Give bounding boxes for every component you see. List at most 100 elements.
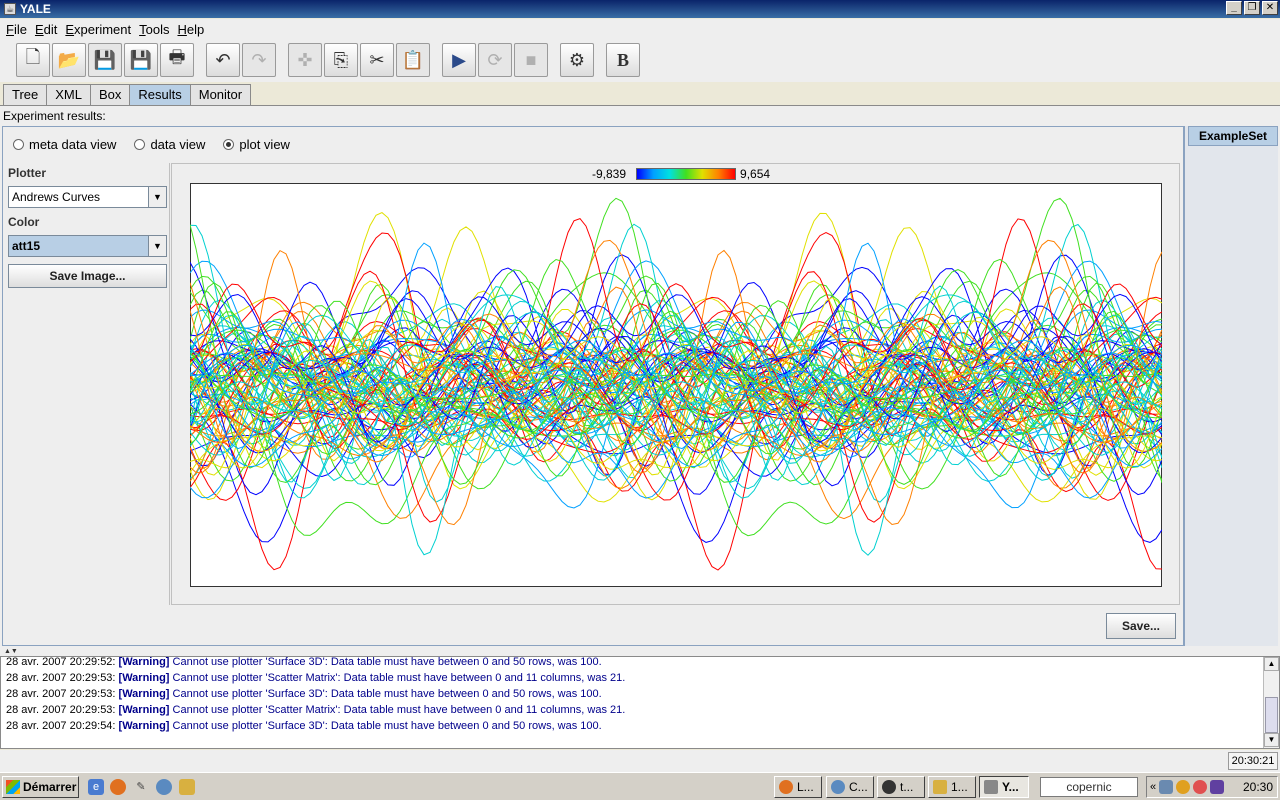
tab-box[interactable]: Box bbox=[89, 84, 131, 105]
color-value: att15 bbox=[12, 239, 41, 253]
scroll-down-icon[interactable]: ▼ bbox=[1264, 733, 1279, 747]
undo-button[interactable]: ↶ bbox=[206, 43, 240, 77]
app-icon: ☕ bbox=[4, 3, 16, 15]
save-as-button[interactable]: 💾 bbox=[124, 43, 158, 77]
task-button[interactable]: C... bbox=[826, 776, 874, 798]
windows-logo-icon bbox=[6, 780, 20, 794]
breakpoint-button[interactable]: B bbox=[606, 43, 640, 77]
menu-edit[interactable]: Edit bbox=[31, 22, 61, 37]
yale-quick-icon[interactable] bbox=[179, 779, 195, 795]
task-button-yale[interactable]: Y... bbox=[979, 776, 1029, 798]
resume-icon: ⟳ bbox=[487, 49, 503, 70]
tray-clock: 20:30 bbox=[1242, 780, 1273, 794]
redo-icon: ↷ bbox=[251, 49, 267, 70]
task-button[interactable]: 1... bbox=[928, 776, 976, 798]
wizard-button[interactable]: ⚙ bbox=[560, 43, 594, 77]
windows-taskbar: Démarrer e ✎ L... C... t... 1... Y... co… bbox=[0, 772, 1280, 800]
save-image-button[interactable]: Save Image... bbox=[8, 264, 167, 288]
menu-file[interactable]: File bbox=[2, 22, 31, 37]
tab-exampleset[interactable]: ExampleSet bbox=[1188, 126, 1278, 146]
puzzle-button[interactable]: ✜ bbox=[288, 43, 322, 77]
chevron-down-icon[interactable]: ▼ bbox=[148, 236, 166, 256]
log-line: 28 avr. 2007 20:29:53: [Warning] Cannot … bbox=[6, 704, 626, 716]
color-scale: -9,839 9,654 bbox=[592, 167, 792, 181]
plotter-value: Andrews Curves bbox=[12, 190, 101, 204]
save-as-icon: 💾 bbox=[129, 49, 153, 70]
paste-button[interactable]: 📋 bbox=[396, 43, 430, 77]
copy-button[interactable]: ⎘ bbox=[324, 43, 358, 77]
app-quick-icon[interactable] bbox=[156, 779, 172, 795]
network-icon[interactable] bbox=[1159, 780, 1174, 794]
wizard-icon: ⚙ bbox=[568, 49, 586, 70]
open-button[interactable]: 📂 bbox=[52, 43, 86, 77]
close-button[interactable]: ✕ bbox=[1262, 1, 1278, 15]
tray-app-icon[interactable] bbox=[1176, 780, 1191, 794]
breakpoint-icon: B bbox=[616, 49, 629, 70]
menu-tools[interactable]: Tools bbox=[135, 22, 173, 37]
tab-monitor[interactable]: Monitor bbox=[189, 84, 252, 105]
tool-icon[interactable]: ✎ bbox=[133, 779, 149, 795]
split-pane-divider[interactable]: ▲▼ bbox=[0, 648, 1280, 656]
radio-data-view[interactable]: data view bbox=[134, 137, 205, 152]
firefox-icon[interactable] bbox=[110, 779, 126, 795]
radio-dot-checked bbox=[223, 139, 235, 150]
radio-dot bbox=[13, 139, 24, 150]
scroll-thumb[interactable] bbox=[1265, 697, 1278, 733]
save-button-results[interactable]: Save... bbox=[1106, 613, 1176, 639]
redo-button[interactable]: ↷ bbox=[242, 43, 276, 77]
plotter-controls: Plotter Andrews Curves ▼ Color att15 ▼ S… bbox=[6, 163, 170, 605]
radio-dot bbox=[134, 139, 146, 150]
paste-icon: 📋 bbox=[401, 49, 425, 70]
save-button[interactable]: 💾 bbox=[88, 43, 122, 77]
menu-help[interactable]: Help bbox=[173, 22, 208, 37]
tab-xml[interactable]: XML bbox=[46, 84, 91, 105]
chevron-down-icon[interactable]: ▼ bbox=[148, 187, 166, 207]
copernic-search-field[interactable]: copernic bbox=[1040, 777, 1138, 797]
tray-app-icon[interactable] bbox=[1193, 780, 1208, 794]
log-scrollbar[interactable]: ▲ ▼ bbox=[1263, 657, 1279, 748]
radio-label: data view bbox=[150, 137, 206, 152]
window-title: YALE bbox=[20, 2, 51, 16]
print-button[interactable]: 🖶 bbox=[160, 43, 194, 77]
radio-label: plot view bbox=[239, 137, 290, 152]
copy-icon: ⎘ bbox=[333, 49, 349, 70]
experiment-results-label: Experiment results: bbox=[3, 109, 106, 123]
app-icon bbox=[933, 780, 947, 794]
task-button[interactable]: t... bbox=[877, 776, 925, 798]
scale-max: 9,654 bbox=[740, 167, 771, 181]
plotter-select[interactable]: Andrews Curves ▼ bbox=[8, 186, 167, 208]
scroll-up-icon[interactable]: ▲ bbox=[1264, 657, 1279, 671]
start-button[interactable]: Démarrer bbox=[2, 776, 79, 798]
undo-icon: ↶ bbox=[215, 49, 231, 70]
resume-button[interactable]: ⟳ bbox=[478, 43, 512, 77]
color-select[interactable]: att15 ▼ bbox=[8, 235, 167, 257]
maximize-button[interactable]: ❐ bbox=[1244, 1, 1260, 15]
tab-tree[interactable]: Tree bbox=[3, 84, 48, 105]
puzzle-icon: ✜ bbox=[297, 49, 313, 70]
side-tabs: ExampleSet bbox=[1184, 126, 1278, 646]
tray-expand-icon[interactable]: « bbox=[1150, 781, 1156, 793]
results-panel: meta data view data view plot view Plott… bbox=[2, 126, 1184, 646]
new-button[interactable]: 🗋 bbox=[16, 43, 50, 77]
stop-button[interactable]: ■ bbox=[514, 43, 548, 77]
log-line: 28 avr. 2007 20:29:53: [Warning] Cannot … bbox=[6, 672, 626, 684]
system-tray: « 20:30 bbox=[1146, 776, 1278, 798]
cut-button[interactable]: ✂ bbox=[360, 43, 394, 77]
ie-icon[interactable]: e bbox=[88, 779, 104, 795]
tab-results[interactable]: Results bbox=[129, 84, 191, 105]
log-line: 28 avr. 2007 20:29:53: [Warning] Cannot … bbox=[6, 688, 602, 700]
radio-plot-view[interactable]: plot view bbox=[223, 137, 290, 152]
scale-min: -9,839 bbox=[592, 167, 627, 181]
run-button[interactable]: ▶ bbox=[442, 43, 476, 77]
minimize-button[interactable]: _ bbox=[1226, 1, 1242, 15]
plotter-label: Plotter bbox=[8, 166, 47, 180]
menu-experiment[interactable]: Experiment bbox=[61, 22, 135, 37]
title-bar: ☕ YALE _ ❐ ✕ bbox=[0, 0, 1280, 18]
tray-app-icon[interactable] bbox=[1210, 780, 1225, 794]
start-label: Démarrer bbox=[23, 780, 77, 794]
print-icon: 🖶 bbox=[168, 47, 186, 67]
task-button[interactable]: L... bbox=[774, 776, 822, 798]
andrews-curves-plot[interactable] bbox=[190, 183, 1162, 587]
log-line: 28 avr. 2007 20:29:54: [Warning] Cannot … bbox=[6, 720, 602, 732]
radio-meta-data-view[interactable]: meta data view bbox=[13, 137, 116, 152]
